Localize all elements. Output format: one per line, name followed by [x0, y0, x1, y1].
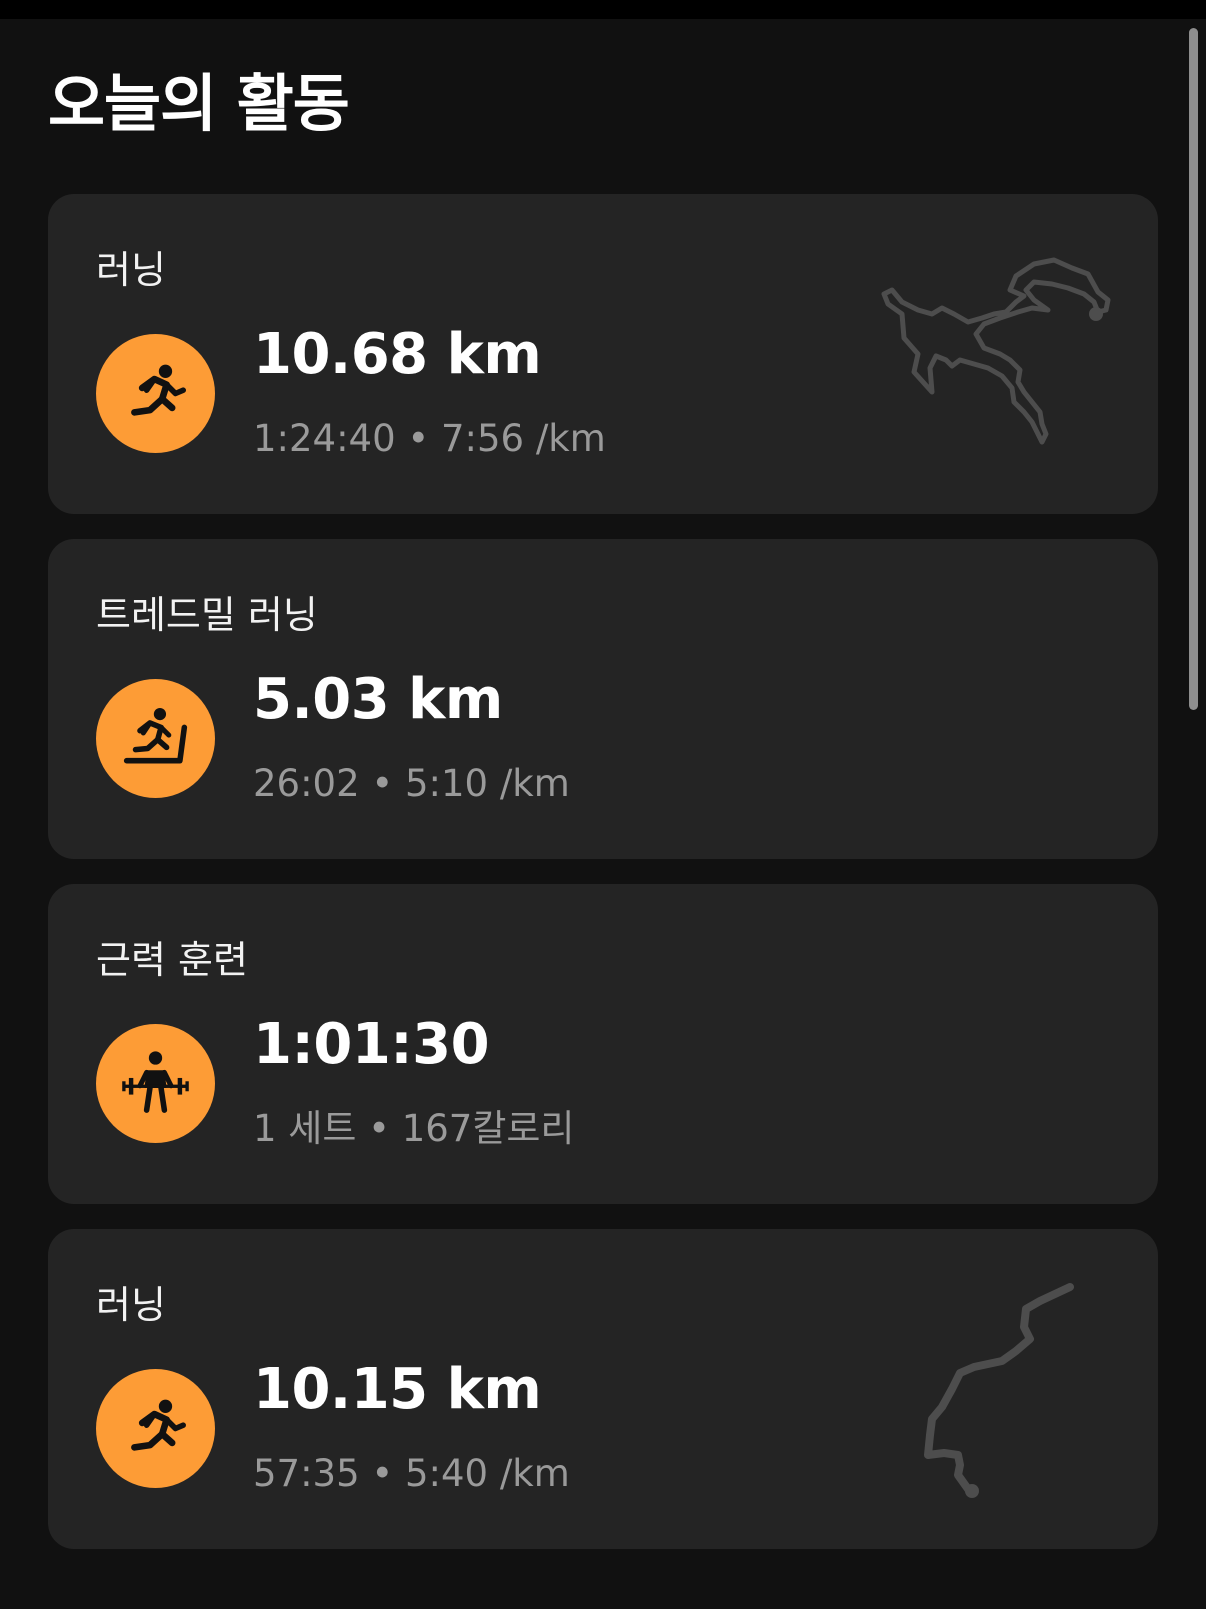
treadmill-running-icon	[123, 707, 188, 764]
activity-card-strength-training[interactable]: 근력 훈련 1:01:30 1 세트 • 167칼로리	[48, 884, 1158, 1204]
activity-icon-badge	[96, 334, 215, 453]
activity-card-treadmill-running[interactable]: 트레드밀 러닝 5.03 km 26:02 • 5:10 /km	[48, 539, 1158, 859]
activity-type-label: 트레드밀 러닝	[96, 593, 318, 637]
activity-type-label: 러닝	[96, 248, 166, 292]
route-map	[881, 257, 1111, 445]
activity-duration: 1:01:30	[253, 1012, 490, 1077]
activity-distance: 10.15 km	[253, 1357, 542, 1422]
running-icon	[131, 1399, 187, 1451]
scrollbar[interactable]	[1189, 28, 1198, 710]
activity-card-running[interactable]: 러닝 10.15 km 57:35 • 5:40 /km	[48, 1229, 1158, 1549]
activity-duration-pace: 26:02 • 5:10 /km	[253, 762, 570, 805]
activity-icon-badge	[96, 1369, 215, 1488]
activity-duration-pace: 1:24:40 • 7:56 /km	[253, 417, 606, 460]
activity-duration-pace: 57:35 • 5:40 /km	[253, 1452, 570, 1495]
activity-type-label: 근력 훈련	[96, 938, 248, 982]
page-title: 오늘의 활동	[48, 67, 350, 140]
activity-sets-calories: 1 세트 • 167칼로리	[253, 1107, 575, 1150]
running-icon	[131, 364, 187, 416]
activity-icon-badge	[96, 1024, 215, 1143]
activity-type-label: 러닝	[96, 1283, 166, 1327]
route-map	[924, 1283, 1074, 1498]
activity-distance: 5.03 km	[253, 667, 503, 732]
strength-training-icon	[122, 1051, 189, 1113]
activity-distance: 10.68 km	[253, 322, 542, 387]
activity-card-running[interactable]: 러닝 10.68 km 1:24:40 • 7:56 /km	[48, 194, 1158, 514]
status-bar	[0, 0, 1206, 19]
activity-icon-badge	[96, 679, 215, 798]
